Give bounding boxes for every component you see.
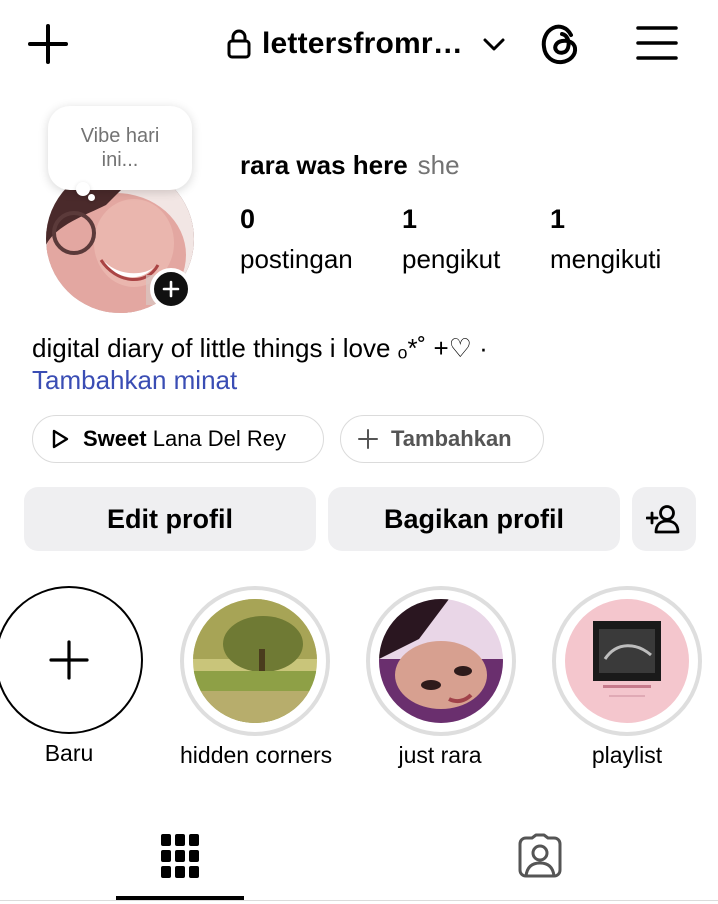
profile-name-line: rara was here she [240, 150, 460, 181]
tab-divider [0, 900, 718, 901]
share-profile-label: Bagikan profil [383, 503, 565, 534]
stat-posts-value: 0 [240, 204, 256, 234]
plus-icon [358, 429, 378, 449]
highlight-label: Baru [44, 740, 94, 766]
highlight-new-ring [0, 586, 143, 734]
profile-tab-bar [0, 812, 718, 904]
note-tail-dot [76, 182, 90, 196]
highlight-label: playlist [591, 742, 663, 768]
highlight-label: hidden corners [180, 742, 333, 768]
pronouns: she [417, 150, 460, 180]
plus-icon [28, 24, 68, 64]
stat-following-label: mengikuti [550, 244, 662, 274]
note-text: Vibe hari ini... [80, 125, 160, 171]
edit-profile-label: Edit profil [107, 503, 233, 534]
add-pill-label: Tambahkan [391, 426, 512, 451]
threads-button[interactable] [534, 18, 586, 70]
highlight-hidden-corners[interactable]: hidden corners [180, 586, 333, 769]
discover-people-button[interactable] [632, 487, 696, 551]
note-bubble[interactable]: Vibe hari ini... [48, 106, 192, 190]
display-name: rara was here [240, 150, 408, 180]
stat-following[interactable]: 1 mengikuti [550, 204, 661, 275]
bio-text: digital diary of little things i love ₒ*… [32, 333, 488, 363]
plus-icon [49, 640, 89, 680]
stat-followers-label: pengikut [402, 244, 501, 274]
highlight-ring [180, 586, 330, 736]
share-profile-button[interactable]: Bagikan profil [328, 487, 620, 551]
stat-following-value: 1 [550, 204, 566, 234]
lock-icon [227, 29, 251, 59]
music-pill[interactable]: Sweet Lana Del Rey [32, 415, 324, 463]
add-person-icon [646, 505, 680, 534]
threads-icon [541, 24, 578, 65]
highlight-cover [565, 599, 689, 723]
top-bar: lettersfromr… [0, 0, 718, 90]
tab-tagged[interactable] [476, 812, 604, 900]
menu-button[interactable] [632, 20, 682, 66]
tab-posts-grid[interactable] [116, 812, 244, 900]
music-artist: Lana Del Rey [152, 426, 287, 451]
highlight-label: just rara [398, 742, 482, 768]
add-pill-button[interactable]: Tambahkan [340, 415, 544, 463]
music-song-title: Sweet [83, 426, 147, 451]
account-username: lettersfromr… [262, 27, 463, 60]
edit-profile-button[interactable]: Edit profil [24, 487, 316, 551]
hamburger-menu-icon [636, 26, 678, 60]
add-story-button[interactable] [150, 268, 192, 310]
highlight-new[interactable]: Baru [0, 586, 144, 767]
highlight-cover [379, 599, 503, 723]
chevron-down-icon [483, 38, 505, 51]
highlight-just-rara[interactable]: just rara [366, 586, 516, 769]
highlight-playlist[interactable]: playlist [552, 586, 702, 769]
highlight-ring [366, 586, 516, 736]
highlight-ring [552, 586, 702, 736]
plus-icon [162, 280, 180, 298]
create-button[interactable] [22, 20, 74, 68]
play-icon [52, 429, 69, 449]
stat-posts[interactable]: 0 postingan [240, 204, 353, 275]
add-interest-link[interactable]: Tambahkan minat [32, 365, 237, 396]
stat-posts-label: postingan [240, 244, 353, 274]
tagged-icon [518, 833, 562, 878]
note-tail-dot-small [88, 194, 95, 201]
stat-followers[interactable]: 1 pengikut [402, 204, 500, 275]
account-switcher[interactable]: lettersfromr… [226, 20, 507, 68]
grid-icon [161, 834, 199, 878]
highlight-cover [193, 599, 317, 723]
stat-followers-value: 1 [402, 204, 418, 234]
